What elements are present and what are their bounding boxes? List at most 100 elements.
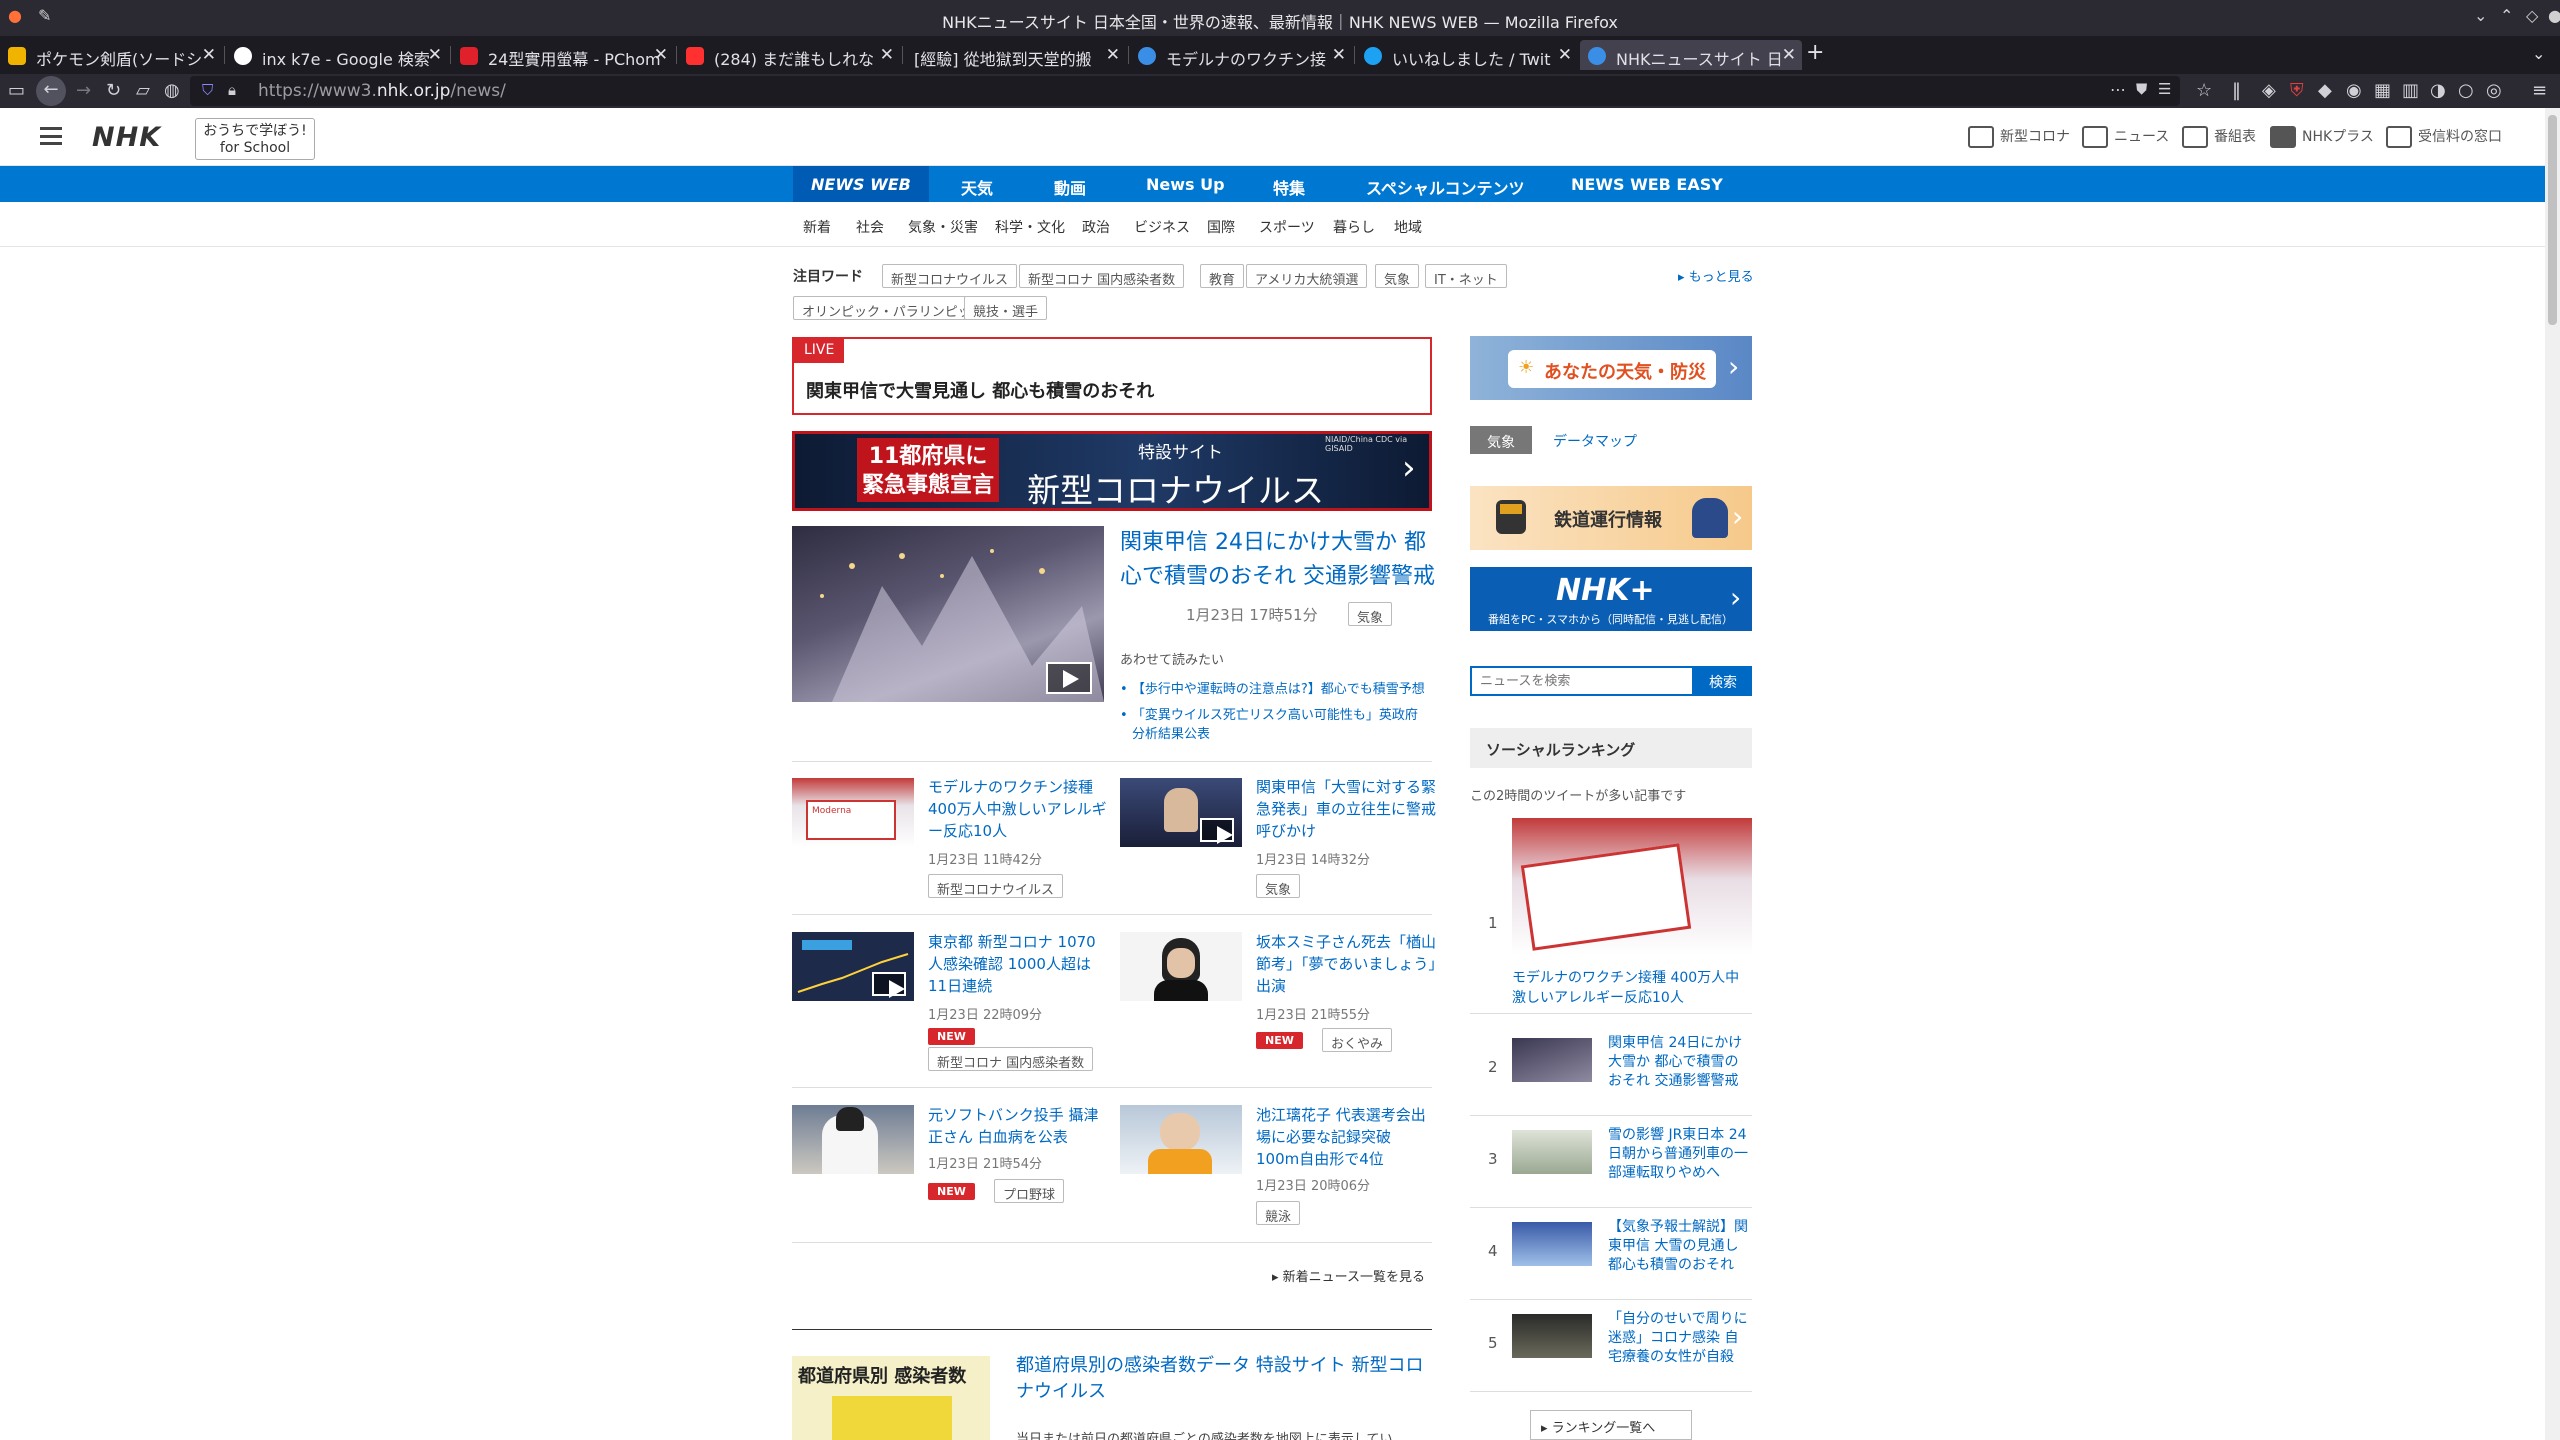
tab-twitter[interactable]: いいねしました / Twit ✕	[1356, 40, 1578, 70]
news-item-tag[interactable]: 新型コロナ 国内感染者数	[928, 1047, 1094, 1071]
news-thumbnail[interactable]	[1120, 778, 1242, 847]
tab-nhk-news-active[interactable]: NHKニュースサイト 日 ✕	[1580, 40, 1802, 70]
news-item-tag[interactable]: おくやみ	[1322, 1028, 1393, 1052]
category-disaster[interactable]: 気象・災害	[908, 217, 978, 237]
corona-banner[interactable]: 11都府県に 緊急事態宣言 特設サイト 新型コロナウイルス NIAID/Chin…	[792, 431, 1432, 511]
nav-news-web[interactable]: NEWS WEB	[793, 166, 929, 202]
category-region[interactable]: 地域	[1394, 217, 1422, 237]
nhkplus-banner[interactable]: NHK+ 番組をPC・スマホから（同時配信・見逃し配信） ›	[1470, 567, 1752, 631]
news-search-input[interactable]	[1470, 666, 1694, 696]
related-link[interactable]: • 【歩行中や運転時の注意点は?】都心でも積雪予想	[1120, 678, 1425, 697]
extension-icon[interactable]: ◆	[2318, 80, 2332, 101]
news-thumbnail[interactable]	[792, 1105, 914, 1174]
header-link-corona[interactable]: 新型コロナ	[1968, 126, 2070, 148]
for-school-button[interactable]: おうちで学ぼう! for School	[195, 118, 315, 160]
category-life[interactable]: 暮らし	[1333, 217, 1375, 237]
header-link-fee[interactable]: 受信料の窓口	[2386, 126, 2502, 148]
ublock-icon[interactable]: ⛨	[2290, 80, 2304, 101]
news-item-title[interactable]: 関東甲信「大雪に対する緊急発表」車の立往生に警戒呼びかけ	[1256, 776, 1436, 842]
nav-video[interactable]: 動画	[1054, 166, 1086, 202]
category-society[interactable]: 社会	[856, 217, 884, 237]
tab-list-icon[interactable]: ⌄	[2532, 44, 2545, 63]
news-item-tag[interactable]: 競泳	[1256, 1201, 1301, 1225]
pocket-icon[interactable]: ⛊	[2136, 80, 2147, 98]
top-story-title-text[interactable]: 関東甲信 24日にかけ大雪か 都心で積雪のおそれ 交通影響警戒	[1120, 530, 1435, 589]
minimize-icon[interactable]: ⌄	[2474, 6, 2487, 25]
close-tab-icon[interactable]: ✕	[880, 45, 894, 65]
close-tab-icon[interactable]: ✕	[428, 45, 442, 65]
play-video-icon[interactable]	[872, 972, 906, 998]
tab-moderna[interactable]: モデルナのワクチン接 ✕	[1130, 40, 1352, 70]
ranking-item-2[interactable]: 2 関東甲信 24日にかけ大雪か 都心で積雪のおそれ 交通影響警戒	[1470, 1024, 1752, 1116]
back-icon[interactable]: ←	[36, 76, 66, 106]
scrollbar-thumb[interactable]	[2548, 115, 2557, 325]
weather-tab[interactable]: 気象	[1470, 426, 1532, 454]
tab-google-search[interactable]: inx k7e - Google 検索 ✕	[226, 40, 448, 70]
trending-tag[interactable]: 教育	[1200, 264, 1245, 288]
google-icon[interactable]: ◍	[164, 80, 180, 101]
close-tab-icon[interactable]: ✕	[654, 45, 668, 65]
trending-tag[interactable]: アメリカ大統領選	[1246, 264, 1368, 288]
extension-icon[interactable]: ◑	[2430, 80, 2446, 101]
news-item-title[interactable]: 池江璃花子 代表選考会出場に必要な記録突破 100m自由形で4位	[1256, 1104, 1436, 1170]
news-item-title[interactable]: 元ソフトバンク投手 攝津正さん 白血病を公表	[928, 1104, 1108, 1148]
trending-more-link[interactable]: ▸ もっと見る	[1678, 266, 1754, 285]
close-tab-icon[interactable]: ✕	[1782, 45, 1796, 65]
header-link-program[interactable]: 番組表	[2182, 126, 2256, 148]
top-story-thumbnail[interactable]	[792, 526, 1104, 702]
maximize-icon[interactable]: ⌃	[2500, 6, 2513, 25]
sidebar-toggle-icon[interactable]: ▭	[8, 80, 25, 101]
weather-banner[interactable]: ☀ あなたの天気・防災 ›	[1470, 336, 1752, 400]
data-map-tab[interactable]: データマップ	[1553, 431, 1637, 451]
news-item-title[interactable]: 坂本スミ子さん死去「楢山節考」「夢であいましょう」出演	[1256, 931, 1436, 997]
close-tab-icon[interactable]: ✕	[202, 45, 216, 65]
close-window-icon[interactable]: ●	[2548, 6, 2560, 25]
new-tab-button[interactable]: +	[1806, 40, 1824, 65]
ranking-item-5[interactable]: 5 「自分のせいで周りに迷惑」コロナ感染 自宅療養の女性が自殺	[1470, 1300, 1752, 1392]
news-thumbnail[interactable]	[1120, 1105, 1242, 1174]
rss-icon[interactable]: ☰	[2158, 80, 2171, 98]
extension-icon[interactable]: ◈	[2262, 80, 2276, 101]
tab-pchome[interactable]: 24型實用螢幕 - PChom ✕	[452, 40, 674, 70]
url-bar[interactable]: ⛉ 🔒︎ https://www3.nhk.or.jp/news/ ⋯ ⛊ ☰	[190, 76, 2180, 106]
tab-pokemon[interactable]: ポケモン剣盾(ソードシ ✕	[0, 40, 222, 70]
nav-features[interactable]: 特集	[1273, 166, 1305, 202]
folder-icon[interactable]: ▱	[136, 80, 150, 101]
header-link-news[interactable]: ニュース	[2082, 126, 2169, 148]
hamburger-menu-icon[interactable]: ≡	[2532, 80, 2547, 101]
news-thumbnail[interactable]	[1120, 932, 1242, 1001]
news-item-title[interactable]: 東京都 新型コロナ 1070人感染確認 1000人超は11日連続	[928, 931, 1108, 997]
close-tab-icon[interactable]: ✕	[1558, 45, 1572, 65]
nav-special-contents[interactable]: スペシャルコンテンツ	[1366, 166, 1525, 202]
category-business[interactable]: ビジネス	[1134, 217, 1190, 237]
nhk-logo[interactable]: NHK	[92, 122, 161, 153]
ranking-more-button[interactable]: ▸ ランキング一覧へ	[1530, 1410, 1692, 1440]
train-banner[interactable]: 鉄道運行情報 ›	[1470, 486, 1752, 550]
tab-ptt[interactable]: [經驗] 從地獄到天堂的搬 ✕	[904, 40, 1126, 70]
category-politics[interactable]: 政治	[1082, 217, 1110, 237]
news-item-tag[interactable]: プロ野球	[994, 1179, 1065, 1203]
nav-news-web-easy[interactable]: NEWS WEB EASY	[1571, 166, 1723, 202]
ranking-item-1[interactable]: 1 モデルナのワクチン接種 400万人中激しいアレルギー反応10人	[1470, 818, 1752, 1014]
grid-icon[interactable]: ▦	[2374, 80, 2391, 101]
category-science[interactable]: 科学・文化	[995, 217, 1065, 237]
related-link[interactable]: • 「変異ウイルス死亡リスク高い可能性も」英政府 分析結果公表	[1120, 706, 1432, 744]
ranking-item-3[interactable]: 3 雪の影響 JR東日本 24日朝から普通列車の一部運転取りやめへ	[1470, 1116, 1752, 1208]
trending-tag[interactable]: 気象	[1375, 264, 1420, 288]
news-thumbnail[interactable]	[792, 932, 914, 1001]
top-story-title[interactable]: 関東甲信 24日にかけ大雪か 都心で積雪のおそれ 交通影響警戒	[1120, 526, 1435, 594]
trending-tag[interactable]: 新型コロナウイルス	[882, 264, 1018, 288]
extension-icon[interactable]: ▥	[2402, 80, 2419, 101]
search-button[interactable]: 検索	[1694, 666, 1752, 696]
extension-icon[interactable]: ○	[2458, 80, 2474, 101]
special-thumbnail[interactable]: 都道府県別 感染者数	[792, 1356, 990, 1440]
nav-news-up[interactable]: News Up	[1146, 166, 1225, 202]
close-tab-icon[interactable]: ✕	[1332, 45, 1346, 65]
lock-icon[interactable]: 🔒︎	[228, 81, 236, 99]
news-item-tag[interactable]: 気象	[1256, 874, 1301, 898]
category-sports[interactable]: スポーツ	[1259, 217, 1315, 237]
tab-youtube[interactable]: (284) まだ誰もしれな ✕	[678, 40, 900, 70]
ranking-item-4[interactable]: 4 【気象予報士解説】関東甲信 大雪の見通し 都心も積雪のおそれ	[1470, 1208, 1752, 1300]
top-story-tag[interactable]: 気象	[1348, 602, 1393, 626]
close-tab-icon[interactable]: ✕	[1106, 45, 1120, 65]
